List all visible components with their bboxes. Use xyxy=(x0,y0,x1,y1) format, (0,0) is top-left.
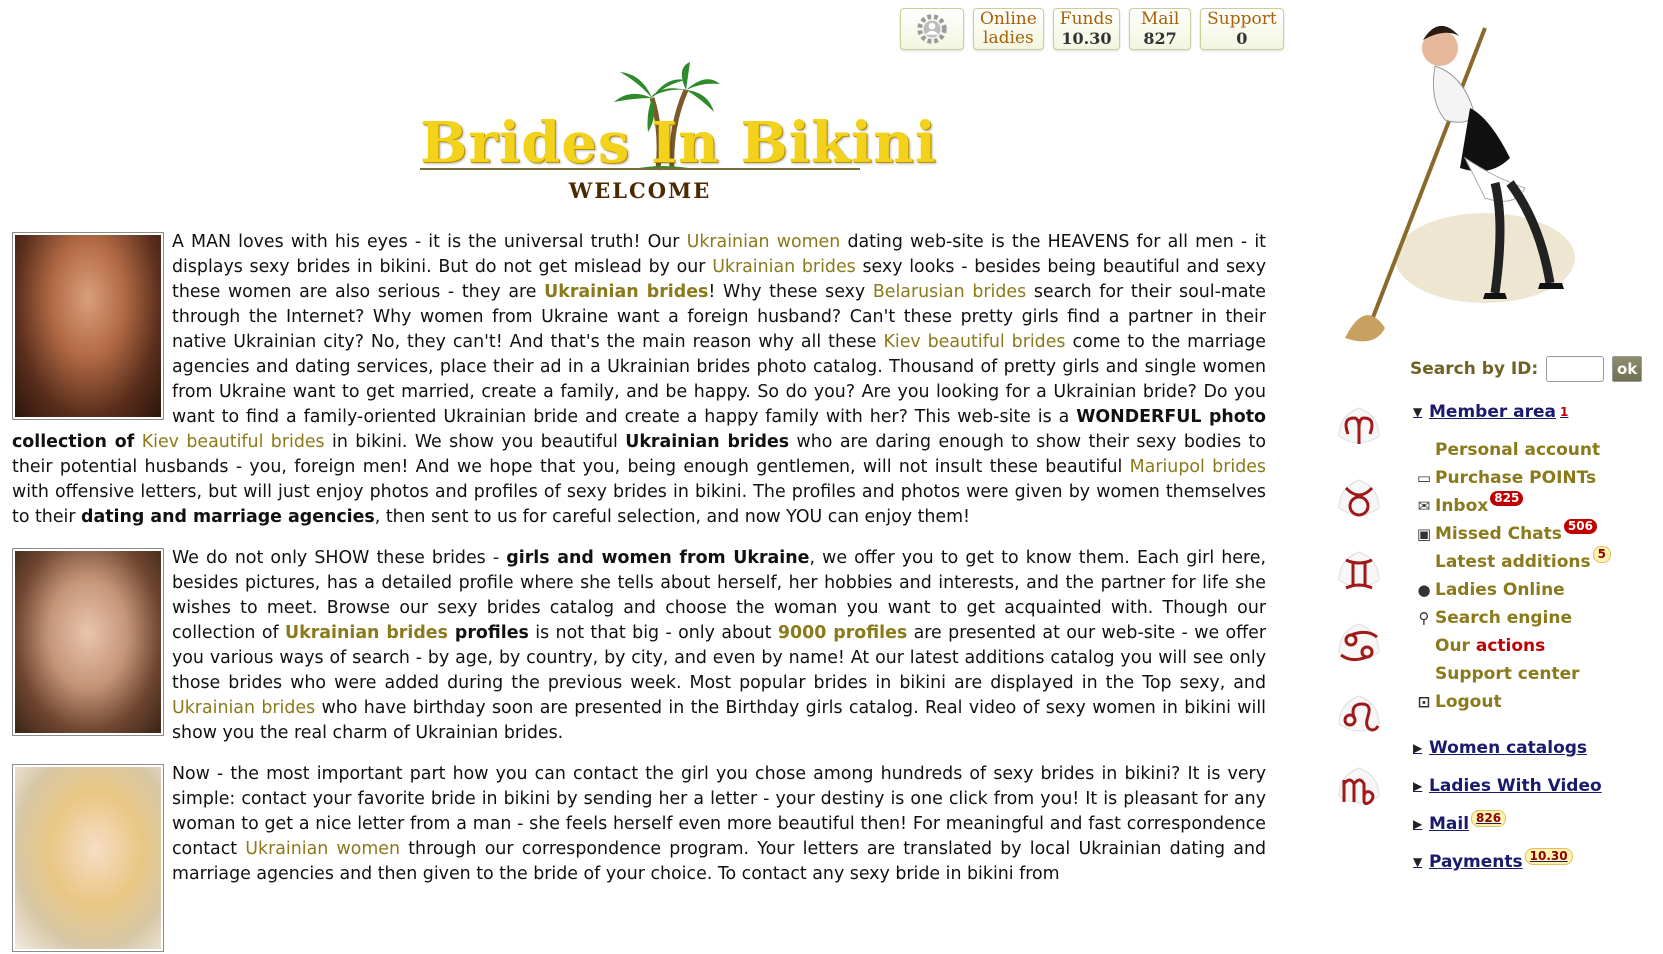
funds-button[interactable]: Funds 10.30 xyxy=(1052,8,1121,50)
inbox-count-badge: 825 xyxy=(1490,490,1524,506)
triangle-right-icon: ▶ xyxy=(1413,817,1423,831)
missed-chats-badge: 506 xyxy=(1563,518,1597,534)
link-ukrainian-brides[interactable]: Ukrainian brides xyxy=(712,257,856,277)
bride-photo[interactable] xyxy=(12,232,164,420)
cancer-icon xyxy=(1338,623,1380,662)
sidebar-menu: ▼ Member area 1 Personal account ▭ Purcha… xyxy=(1413,400,1611,874)
zodiac-taurus[interactable] xyxy=(1330,470,1388,528)
gear-icon xyxy=(917,14,947,44)
member-area-count: 1 xyxy=(1560,405,1569,419)
menu-support-center[interactable]: Support center xyxy=(1413,660,1611,688)
bride-photo[interactable] xyxy=(12,764,164,952)
envelope-icon: ✉ xyxy=(1417,497,1431,515)
zodiac-gemini[interactable] xyxy=(1330,542,1388,600)
menu-logout[interactable]: ⊡ Logout xyxy=(1413,688,1611,716)
ladies-video-toggle[interactable]: ▶ Ladies With Video xyxy=(1413,774,1611,798)
menu-search-engine[interactable]: ⚲ Search engine xyxy=(1413,604,1611,632)
lock-icon: ⊡ xyxy=(1417,693,1431,711)
zodiac-cancer[interactable] xyxy=(1330,614,1388,672)
second-paragraph: We do not only SHOW these brides - girls… xyxy=(12,546,1266,746)
third-paragraph: Now - the most important part how you ca… xyxy=(12,762,1266,952)
menu-purchase-points[interactable]: ▭ Purchase POINTs xyxy=(1413,464,1611,492)
site-logo[interactable]: Brides In Bikini WELCOME xyxy=(420,60,936,210)
support-button[interactable]: Support 0 xyxy=(1200,8,1284,50)
zodiac-virgo[interactable] xyxy=(1330,758,1388,816)
link-kiev-brides[interactable]: Kiev beautiful brides xyxy=(883,332,1065,352)
menu-our-actions[interactable]: Our actions xyxy=(1413,632,1611,660)
link-9000-profiles[interactable]: 9000 profiles xyxy=(778,623,907,643)
link-ukrainian-brides[interactable]: Ukrainian brides xyxy=(172,698,315,718)
search-by-id-label: Search by ID: xyxy=(1410,359,1539,379)
triangle-right-icon: ▶ xyxy=(1413,779,1423,793)
payments-badge: 10.30 xyxy=(1524,847,1573,865)
virgo-icon xyxy=(1338,767,1380,806)
payments-toggle[interactable]: ▼ Payments 10.30 xyxy=(1413,847,1611,874)
link-kiev-brides[interactable]: Kiev beautiful brides xyxy=(142,432,325,452)
link-ukrainian-women[interactable]: Ukrainian women xyxy=(245,839,400,859)
pinup-maid-illustration xyxy=(1345,25,1575,342)
card-icon: ▭ xyxy=(1416,469,1432,487)
menu-latest-additions[interactable]: Latest additions 5 xyxy=(1413,545,1611,576)
mail-button[interactable]: Mail 827 xyxy=(1129,8,1192,50)
zodiac-aries[interactable] xyxy=(1330,398,1388,456)
bride-photo-image xyxy=(15,767,161,949)
search-by-id: Search by ID: ok xyxy=(1410,356,1643,382)
women-catalogs-toggle[interactable]: ▶ Women catalogs xyxy=(1413,736,1611,760)
triangle-down-icon: ▼ xyxy=(1413,855,1423,869)
funds-value: 10.30 xyxy=(1061,29,1112,48)
taurus-icon xyxy=(1338,479,1380,517)
zodiac-leo[interactable] xyxy=(1330,686,1388,744)
menu-ladies-online[interactable]: ● Ladies Online xyxy=(1413,576,1611,604)
link-ukrainian-women[interactable]: Ukrainian women xyxy=(687,232,841,252)
welcome-heading: WELCOME xyxy=(568,178,712,203)
triangle-down-icon: ▼ xyxy=(1413,405,1423,419)
link-belarusian-brides[interactable]: Belarusian brides xyxy=(873,282,1026,302)
search-id-input[interactable] xyxy=(1546,356,1605,382)
triangle-right-icon: ▶ xyxy=(1413,741,1423,755)
gemini-icon xyxy=(1338,551,1380,590)
top-stats-bar: Online ladies Funds 10.30 Mail 827 Suppo… xyxy=(900,8,1284,50)
latest-additions-badge: 5 xyxy=(1592,545,1611,563)
magnifier-icon: ⚲ xyxy=(1418,609,1430,627)
mail-count-badge: 826 xyxy=(1471,809,1507,827)
support-count: 0 xyxy=(1236,29,1248,48)
intro-paragraph: A MAN loves with his eyes - it is the un… xyxy=(12,232,1267,527)
menu-inbox[interactable]: ✉ Inbox 825 xyxy=(1413,490,1611,520)
main-content: A MAN loves with his eyes - it is the un… xyxy=(12,230,1266,954)
link-ukrainian-brides[interactable]: Ukrainian brides xyxy=(285,623,448,643)
settings-button[interactable] xyxy=(900,8,964,50)
mail-toggle[interactable]: ▶ Mail 826 xyxy=(1413,809,1611,836)
search-ok-button[interactable]: ok xyxy=(1612,356,1643,382)
globe-icon: ● xyxy=(1417,581,1431,599)
link-ukrainian-brides[interactable]: Ukrainian brides xyxy=(544,282,708,302)
link-mariupol-brides[interactable]: Mariupol brides xyxy=(1130,457,1266,477)
bride-photo-image xyxy=(15,551,161,733)
bride-photo-image xyxy=(15,235,161,417)
logo-underline xyxy=(420,168,860,170)
mail-count: 827 xyxy=(1143,29,1177,48)
menu-personal-account[interactable]: Personal account xyxy=(1413,436,1611,464)
member-area-list: Personal account ▭ Purchase POINTs ✉ Inbox… xyxy=(1413,436,1611,716)
chat-icon: ▣ xyxy=(1416,525,1432,543)
leo-icon xyxy=(1338,695,1380,732)
bride-photo[interactable] xyxy=(12,548,164,736)
menu-missed-chats[interactable]: ▣ Missed Chats 506 xyxy=(1413,518,1611,548)
aries-icon xyxy=(1338,407,1380,444)
member-area-toggle[interactable]: ▼ Member area 1 xyxy=(1413,400,1611,424)
online-ladies-button[interactable]: Online ladies xyxy=(973,8,1044,50)
logo-title: Brides In Bikini xyxy=(420,110,937,176)
